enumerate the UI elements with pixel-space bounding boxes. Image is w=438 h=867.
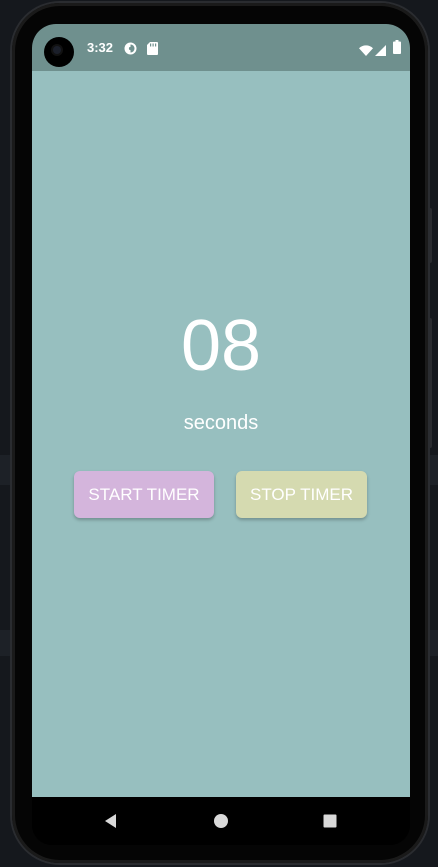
start-timer-button[interactable]: START TIMER bbox=[74, 471, 214, 518]
status-time: 3:32 bbox=[87, 40, 114, 55]
status-bar: 3:32 bbox=[32, 24, 410, 71]
battery-icon bbox=[393, 39, 401, 58]
timer-display: 08 bbox=[180, 306, 262, 386]
wifi-icon bbox=[359, 41, 373, 60]
stop-timer-button[interactable]: STOP TIMER bbox=[236, 471, 367, 518]
signal-icon bbox=[375, 41, 386, 60]
home-icon[interactable] bbox=[211, 811, 231, 831]
notification-icon bbox=[124, 40, 137, 59]
power-button bbox=[428, 318, 432, 448]
navigation-bar bbox=[32, 797, 410, 845]
timer-unit-label: seconds bbox=[183, 412, 259, 434]
camera-cutout-icon bbox=[44, 37, 74, 67]
volume-button bbox=[428, 208, 432, 263]
back-icon[interactable] bbox=[101, 811, 121, 831]
recents-icon[interactable] bbox=[320, 811, 340, 831]
device-screen: 3:32 08 seconds START TIMER STOP TIMER bbox=[32, 24, 410, 845]
sd-card-icon bbox=[147, 40, 158, 59]
timer-screen: 08 seconds START TIMER STOP TIMER bbox=[32, 71, 410, 797]
